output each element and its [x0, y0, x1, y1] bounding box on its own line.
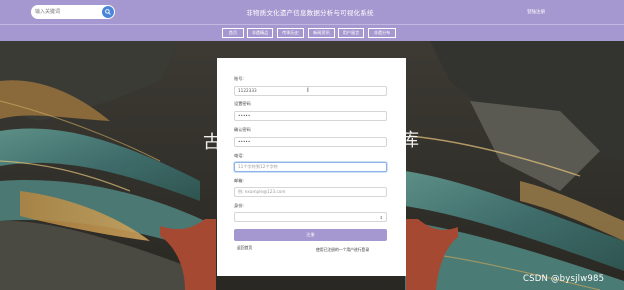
search-box — [31, 5, 115, 19]
nav-item-messages[interactable]: 用户留言 — [338, 28, 364, 38]
password-label: 设置密码 — [234, 101, 251, 106]
confirm-password-input[interactable]: ••••• — [234, 137, 387, 147]
nav-item-heritage-works[interactable]: 非遗精品 — [247, 28, 273, 38]
text-cursor-icon: I — [307, 87, 309, 94]
login-existing-link[interactable]: 使用已注册的一个用户进行登录 — [316, 247, 369, 253]
identity-select[interactable]: ⇕ — [234, 212, 387, 222]
register-button[interactable]: 注册 — [234, 229, 387, 241]
chevron-updown-icon: ⇕ — [379, 215, 383, 220]
main-nav: 首页 非遗精品 传承历史 新闻资讯 用户留言 非遗分布 — [0, 24, 624, 41]
top-header: 非物质文化遗产信息数据分析与可视化系统 登陆注册 — [0, 0, 624, 24]
csdn-watermark: CSDN @bysjlw985 — [523, 274, 605, 284]
search-button[interactable] — [102, 6, 114, 18]
nav-item-news[interactable]: 新闻资讯 — [308, 28, 335, 38]
identity-label: 身份: — [234, 203, 244, 208]
site-title: 非物质文化遗产信息数据分析与可视化系统 — [246, 9, 374, 17]
confirm-password-label: 确认密码 — [234, 127, 251, 132]
nav-item-home[interactable]: 首页 — [222, 28, 244, 38]
nav-item-distribution[interactable]: 非遗分布 — [368, 28, 396, 38]
back-home-link[interactable]: 返回首页 — [237, 245, 252, 251]
login-register-link[interactable]: 登陆注册 — [527, 9, 545, 15]
search-icon — [105, 9, 111, 15]
account-input[interactable]: 1122333 — [234, 86, 387, 96]
search-input[interactable] — [31, 5, 101, 19]
phone-label: 电话: — [234, 153, 244, 158]
password-input[interactable]: ••••• — [234, 111, 387, 121]
email-label: 邮箱: — [234, 178, 244, 183]
nav-item-history[interactable]: 传承历史 — [277, 28, 304, 38]
account-label: 账号: — [234, 76, 244, 81]
phone-input[interactable]: 11个字符到12个字符 — [234, 162, 387, 172]
email-input[interactable]: 例: example@123.com — [234, 187, 387, 197]
register-form: 账号: 1122333 设置密码 ••••• 确认密码 ••••• 电话: 11… — [217, 58, 406, 276]
